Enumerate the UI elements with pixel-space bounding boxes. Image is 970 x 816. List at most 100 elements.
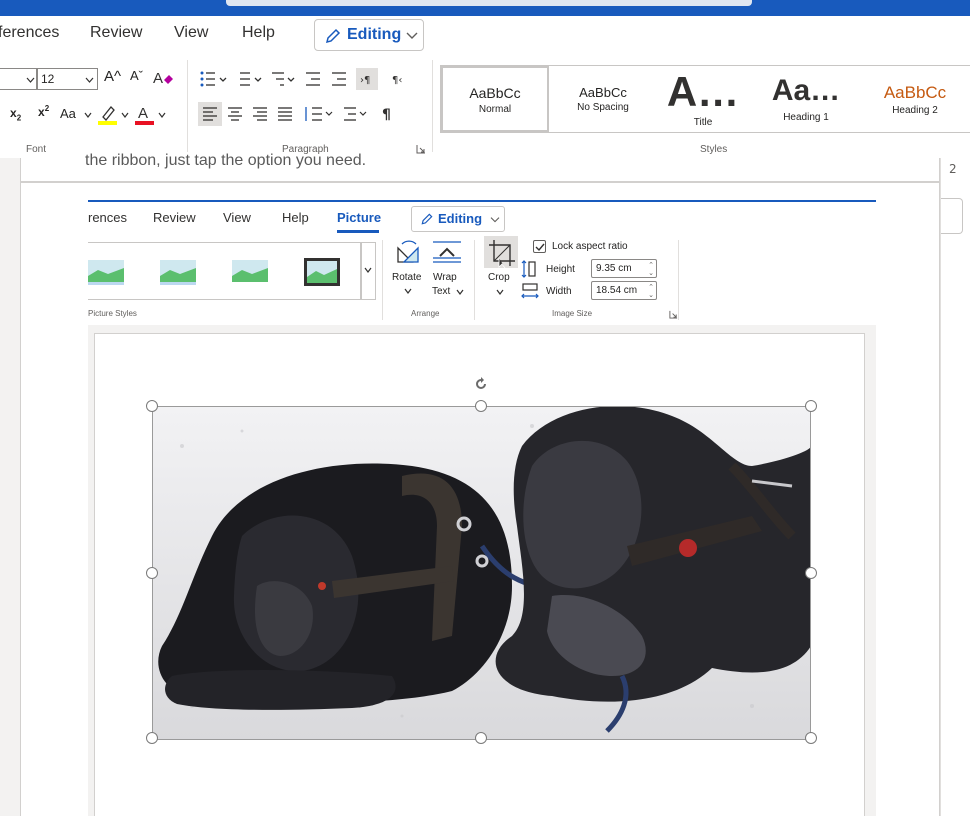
body-text: the ribbon, just tap the option you need… (85, 152, 367, 169)
chevron-down-icon (406, 32, 418, 39)
resize-handle-w[interactable] (146, 567, 158, 579)
resize-handle-e[interactable] (805, 567, 817, 579)
style-heading-2[interactable]: AaBbCc Heading 2 (861, 66, 969, 132)
clear-formatting-icon[interactable]: A (152, 68, 174, 88)
svg-text:›¶: ›¶ (360, 75, 370, 86)
resize-handle-n[interactable] (475, 400, 487, 412)
pane-tab[interactable] (941, 198, 963, 234)
list-buttons-row[interactable]: ›¶ ¶‹ (198, 68, 438, 92)
style-sample: AaBbCc (469, 85, 521, 101)
svg-text:¶‹: ¶‹ (392, 75, 402, 86)
divider (432, 60, 433, 152)
chevron-down-icon (26, 77, 35, 83)
shrink-font-button[interactable]: Aˇ (130, 68, 143, 83)
style-normal[interactable]: AaBbCc Normal (441, 66, 549, 132)
dialog-launcher-icon[interactable] (416, 144, 426, 154)
spinner-arrows: ⌃ ⌄ (648, 283, 654, 299)
active-tab-indicator (337, 230, 379, 233)
height-value: 9.35 cm (596, 263, 632, 274)
styles-group-label: Styles (700, 144, 728, 155)
tab-references[interactable]: ferences (0, 24, 59, 42)
svg-text:¶: ¶ (382, 107, 391, 123)
alignment-buttons-row[interactable]: ¶ (198, 102, 418, 126)
highlighter-icon[interactable] (97, 102, 119, 126)
dialog-launcher-icon (669, 310, 678, 319)
style-name: No Spacing (577, 102, 629, 113)
chevron-down-icon (404, 288, 412, 294)
editing-mode-button[interactable]: Editing (314, 19, 424, 51)
rotate-handle-icon[interactable] (473, 376, 489, 392)
inner-tab-picture: Picture (337, 210, 382, 225)
style-sample: Aa… (771, 74, 841, 107)
font-size-value: 12 (41, 72, 55, 86)
resize-handle-se[interactable] (805, 732, 817, 744)
image-size-label: Image Size (552, 309, 593, 318)
document-page: the ribbon, just tap the option you need… (20, 152, 940, 182)
divider (382, 240, 383, 320)
title-bar (0, 0, 970, 16)
pencil-icon (421, 213, 433, 225)
tab-review[interactable]: Review (90, 24, 142, 42)
picture-style-thumb (160, 260, 196, 285)
ribbon-tabs: ferences Review View Help (0, 16, 970, 54)
width-input: 18.54 cm ⌃ ⌄ (591, 281, 657, 300)
inner-tab-references: rences (88, 210, 128, 225)
width-value: 18.54 cm (596, 285, 638, 296)
picture-style-thumb (88, 260, 124, 285)
inner-editing-button: Editing (411, 206, 505, 232)
divider (678, 240, 679, 320)
crop-label: Crop (488, 272, 510, 283)
search-box[interactable] (226, 0, 752, 6)
style-heading-1[interactable]: Aa… Heading 1 (753, 66, 859, 132)
font-name-box[interactable] (0, 68, 38, 90)
grow-font-button[interactable]: A^ (104, 68, 121, 85)
spinner-arrows: ⌃ ⌄ (648, 261, 654, 277)
chevron-down-icon (490, 217, 500, 223)
divider (474, 240, 475, 320)
tab-view[interactable]: View (174, 24, 208, 42)
picture-style-thumb (304, 258, 340, 286)
resize-handle-s[interactable] (475, 732, 487, 744)
lock-aspect-label: Lock aspect ratio (552, 241, 628, 252)
subscript-button[interactable]: x2 (10, 106, 21, 122)
arrange-label: Arrange (411, 309, 440, 318)
inner-tab-help: Help (282, 210, 309, 225)
pencil-icon (325, 28, 341, 44)
height-icon (521, 260, 536, 278)
resize-handle-nw[interactable] (146, 400, 158, 412)
font-size-box[interactable]: 12 (36, 68, 98, 90)
chevron-down-icon (158, 112, 166, 118)
height-label: Height (546, 264, 575, 275)
crop-icon (489, 240, 515, 268)
style-no-spacing[interactable]: AaBbCc No Spacing (551, 66, 655, 132)
style-title[interactable]: A… Title (655, 66, 751, 132)
styles-gallery: AaBbCc Normal AaBbCc No Spacing A… Title… (440, 65, 970, 133)
superscript-button[interactable]: x2 (38, 104, 49, 119)
resize-handle-ne[interactable] (805, 400, 817, 412)
width-icon (521, 283, 539, 299)
inner-editing-label: Editing (438, 211, 483, 226)
lock-aspect-checkbox (533, 240, 546, 253)
resize-handle-sw[interactable] (146, 732, 158, 744)
rotate-icon (397, 240, 419, 263)
font-group-label: Font (26, 144, 47, 155)
style-name: Heading 2 (892, 105, 938, 116)
picture-style-thumb (232, 260, 268, 282)
style-sample: AaBbCc (579, 85, 627, 100)
divider (187, 60, 188, 152)
wrap-label: Wrap (433, 272, 457, 283)
chevron-down-icon (121, 112, 129, 118)
style-name: Heading 1 (783, 112, 829, 123)
inner-tab-view: View (223, 210, 251, 225)
font-color-icon[interactable]: A (134, 102, 156, 126)
chevron-down-icon (85, 77, 94, 83)
wrap-label-2: Text (432, 286, 451, 297)
svg-text:A: A (138, 105, 148, 122)
width-label: Width (546, 286, 572, 297)
height-input: 9.35 cm ⌃ ⌄ (591, 259, 657, 278)
tab-help[interactable]: Help (242, 24, 275, 42)
change-case-button[interactable]: Aa (60, 106, 76, 121)
editing-label: Editing (347, 26, 402, 43)
style-name: Normal (478, 104, 512, 115)
gallery-expand (360, 242, 376, 300)
